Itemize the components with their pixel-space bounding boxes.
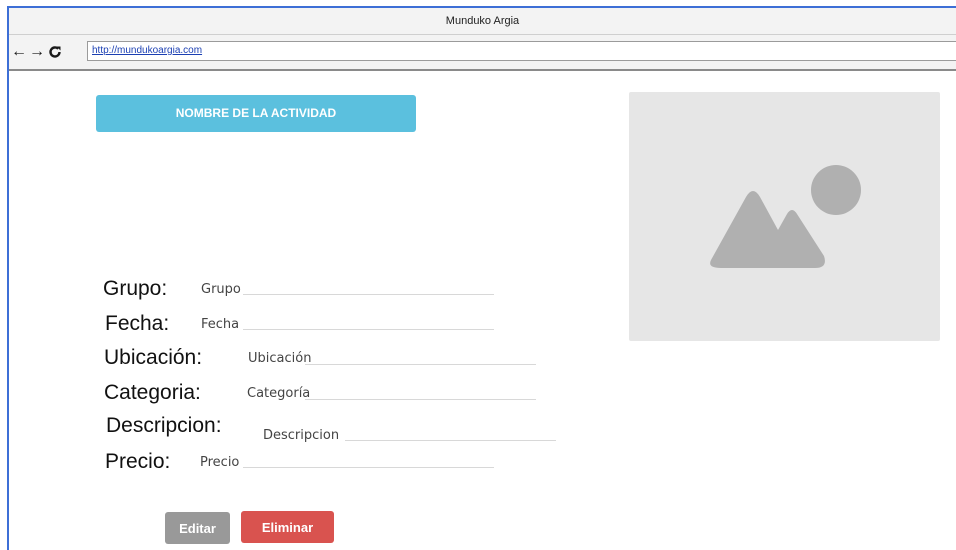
ubicacion-underline [305, 364, 536, 365]
precio-label: Precio: [105, 450, 171, 473]
activity-image [629, 92, 940, 341]
grupo-label: Grupo: [103, 277, 168, 300]
grupo-underline [243, 294, 494, 295]
categoria-underline [305, 399, 536, 400]
grupo-value[interactable]: Grupo [201, 282, 241, 297]
url-text[interactable]: http://mundukoargia.com [92, 45, 202, 56]
fecha-underline [243, 329, 494, 330]
fecha-label: Fecha: [105, 312, 170, 335]
categoria-value[interactable]: Categoría [247, 386, 310, 401]
image-placeholder-icon [710, 165, 861, 268]
activity-title: NOMBRE DE LA ACTIVIDAD [96, 95, 416, 132]
address-bar[interactable]: http://mundukoargia.com [87, 41, 956, 61]
ubicacion-label: Ubicación: [104, 346, 203, 369]
window-title: Munduko Argia [445, 15, 520, 27]
descripcion-underline [345, 440, 556, 441]
arrow-left-icon[interactable]: ← [11, 43, 27, 61]
descripcion-label: Descripcion: [106, 414, 222, 437]
delete-button[interactable]: Eliminar [241, 511, 334, 543]
fecha-value[interactable]: Fecha [201, 317, 239, 332]
window-titlebar: Munduko Argia [9, 8, 956, 35]
edit-button[interactable]: Editar [165, 512, 230, 544]
ubicacion-value[interactable]: Ubicación [248, 351, 311, 366]
categoria-label: Categoria: [104, 381, 201, 404]
refresh-icon[interactable] [47, 43, 63, 61]
precio-value[interactable]: Precio [200, 455, 239, 470]
descripcion-value[interactable]: Descripcion [263, 428, 339, 443]
precio-underline [243, 467, 494, 468]
arrow-right-icon[interactable]: → [29, 43, 45, 61]
browser-navbar: ← → http://mundukoargia.com [9, 35, 956, 71]
